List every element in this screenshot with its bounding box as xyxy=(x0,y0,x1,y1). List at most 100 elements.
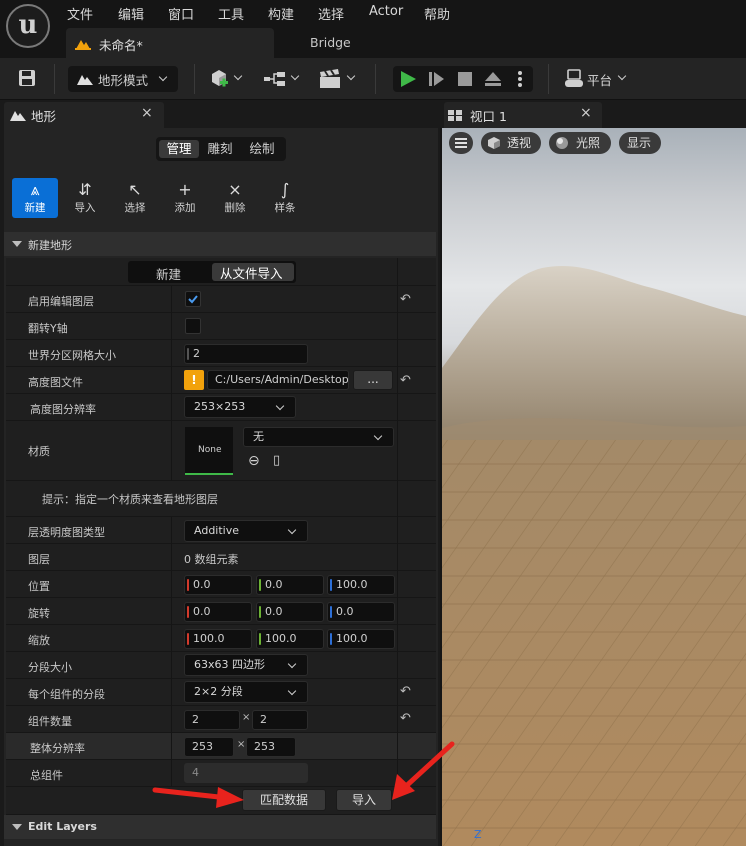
rotation-y-input[interactable]: 0.0 xyxy=(256,602,324,622)
tab-sculpt[interactable]: 雕刻 xyxy=(201,140,239,158)
viewport-icon xyxy=(448,110,462,121)
tab-import-from-file[interactable]: 从文件导入 xyxy=(212,263,294,281)
sections-per-component-dropdown[interactable]: 2×2 分段 xyxy=(184,681,308,703)
viewport-tab[interactable]: 视口 1 × xyxy=(444,102,602,128)
label-total-components: 总组件 xyxy=(30,769,63,782)
section-edit-layers[interactable]: Edit Layers xyxy=(4,815,436,839)
delete-tool-button[interactable]: × 删除 xyxy=(212,178,258,218)
perspective-label: 透视 xyxy=(507,136,532,150)
times-sign: × xyxy=(237,739,246,750)
level-tab[interactable]: 未命名* xyxy=(66,28,274,58)
new-tool-button[interactable]: ⩓ 新建 xyxy=(12,178,58,218)
times-sign: × xyxy=(242,712,251,723)
select-tool-button[interactable]: ↖ 选择 xyxy=(112,178,158,218)
blueprint-button[interactable] xyxy=(263,68,301,90)
menu-file[interactable]: 文件 xyxy=(67,4,93,23)
level-viewport[interactable]: Z xyxy=(442,128,746,846)
location-x-input[interactable]: 0.0 xyxy=(184,575,252,595)
add-actor-button[interactable] xyxy=(208,68,246,90)
menu-build[interactable]: 构建 xyxy=(268,4,294,23)
use-selected-icon[interactable]: ⊖ xyxy=(248,453,260,469)
chevron-down-icon xyxy=(287,686,297,696)
bridge-tab[interactable]: Bridge xyxy=(310,35,351,50)
new-tool-label: 新建 xyxy=(24,202,46,214)
menu-select[interactable]: 选择 xyxy=(318,4,344,23)
heightmap-path-input[interactable]: C:/Users/Admin/Desktop/. xyxy=(207,370,349,390)
label-rotation: 旋转 xyxy=(28,607,50,620)
lighting-button[interactable]: 光照 xyxy=(549,132,611,154)
import-tool-button[interactable]: ⇵ 导入 xyxy=(62,178,108,218)
location-z-input[interactable]: 100.0 xyxy=(327,575,395,595)
viewport-menu-button[interactable] xyxy=(449,132,473,154)
scale-x-input[interactable]: 100.0 xyxy=(184,629,252,649)
unreal-logo[interactable]: u xyxy=(6,4,50,48)
show-button[interactable]: 显示 xyxy=(619,132,661,154)
close-icon[interactable]: × xyxy=(141,105,153,121)
save-icon[interactable] xyxy=(18,69,36,87)
rotation-x-input[interactable]: 0.0 xyxy=(184,602,252,622)
flip-y-checkbox[interactable] xyxy=(185,318,201,334)
menu-window[interactable]: 窗口 xyxy=(168,4,194,23)
menu-edit[interactable]: 编辑 xyxy=(118,4,144,23)
new-landscape-icon: ⩓ xyxy=(30,180,40,199)
select-cursor-icon: ↖ xyxy=(128,180,142,199)
import-button[interactable]: 导入 xyxy=(336,789,392,811)
blueprint-icon xyxy=(264,72,285,86)
eject-icon[interactable] xyxy=(484,71,502,87)
scale-z-input[interactable]: 100.0 xyxy=(327,629,395,649)
overall-resolution-y: 253 xyxy=(246,737,296,757)
perspective-button[interactable]: 透视 xyxy=(481,132,541,154)
browse-button[interactable]: ... xyxy=(353,370,393,390)
close-icon[interactable]: × xyxy=(580,105,592,121)
menu-tools[interactable]: 工具 xyxy=(218,4,244,23)
main-toolbar: 地形模式 平台 xyxy=(0,58,746,100)
play-icon[interactable] xyxy=(399,70,417,88)
add-tool-button[interactable]: + 添加 xyxy=(162,178,208,218)
mode-dropdown[interactable]: 地形模式 xyxy=(68,66,178,92)
cinematics-button[interactable] xyxy=(318,68,358,90)
scale-y-input[interactable]: 100.0 xyxy=(256,629,324,649)
landscape-mode-tabs: 管理 雕刻 绘制 xyxy=(156,137,286,161)
reset-icon[interactable]: ↶ xyxy=(400,373,411,388)
spline-tool-button[interactable]: ∫ 样条 xyxy=(262,178,308,218)
stop-icon[interactable] xyxy=(457,71,473,87)
tab-manage[interactable]: 管理 xyxy=(159,140,199,158)
menu-actor[interactable]: Actor xyxy=(369,4,403,19)
component-count-y-input[interactable]: 2 xyxy=(252,710,308,730)
show-label: 显示 xyxy=(627,136,652,150)
label-section-size: 分段大小 xyxy=(28,661,72,674)
menu-help[interactable]: 帮助 xyxy=(424,4,450,23)
fit-data-button[interactable]: 匹配数据 xyxy=(242,789,326,811)
reset-icon[interactable]: ↶ xyxy=(400,711,411,726)
layer-alpha-dropdown[interactable]: Additive xyxy=(184,520,308,542)
viewport-scene xyxy=(442,266,746,846)
heightmap-resolution-dropdown[interactable]: 253×253 xyxy=(184,396,296,418)
landscape-panel-tab[interactable]: 地形 × xyxy=(4,102,164,128)
enable-edit-layers-checkbox[interactable] xyxy=(185,291,201,307)
lighting-label: 光照 xyxy=(576,136,601,150)
rotation-z-input[interactable]: 0.0 xyxy=(327,602,395,622)
location-y-input[interactable]: 0.0 xyxy=(256,575,324,595)
platforms-button[interactable]: 平台 xyxy=(564,68,634,90)
world-partition-input[interactable]: 2 xyxy=(184,344,308,364)
material-dropdown[interactable]: 无 xyxy=(243,427,394,447)
platforms-label: 平台 xyxy=(587,73,613,88)
label-enable-edit-layers: 启用编辑图层 xyxy=(28,295,94,308)
section-new-landscape[interactable]: 新建地形 xyxy=(4,232,436,256)
browse-asset-icon[interactable]: ▯ xyxy=(273,453,280,468)
tab-paint[interactable]: 绘制 xyxy=(242,140,282,158)
reset-icon[interactable]: ↶ xyxy=(400,292,411,307)
chevron-down-icon xyxy=(287,525,297,535)
more-options-icon[interactable] xyxy=(517,70,523,88)
label-material: 材质 xyxy=(28,445,50,458)
step-icon[interactable] xyxy=(428,71,446,87)
row-hint: 提示：指定一个材质来查看地形图层 xyxy=(6,481,436,517)
label-sections-per-component: 每个组件的分段 xyxy=(28,688,105,701)
reset-icon[interactable]: ↶ xyxy=(400,684,411,699)
tab-create-new[interactable]: 新建 xyxy=(156,264,181,283)
component-count-x-input[interactable]: 2 xyxy=(184,710,240,730)
cube-icon xyxy=(488,137,500,149)
material-thumbnail[interactable]: None xyxy=(185,427,233,475)
section-size-dropdown[interactable]: 63x63 四边形 xyxy=(184,654,308,676)
section-new-landscape-label: 新建地形 xyxy=(28,239,72,252)
